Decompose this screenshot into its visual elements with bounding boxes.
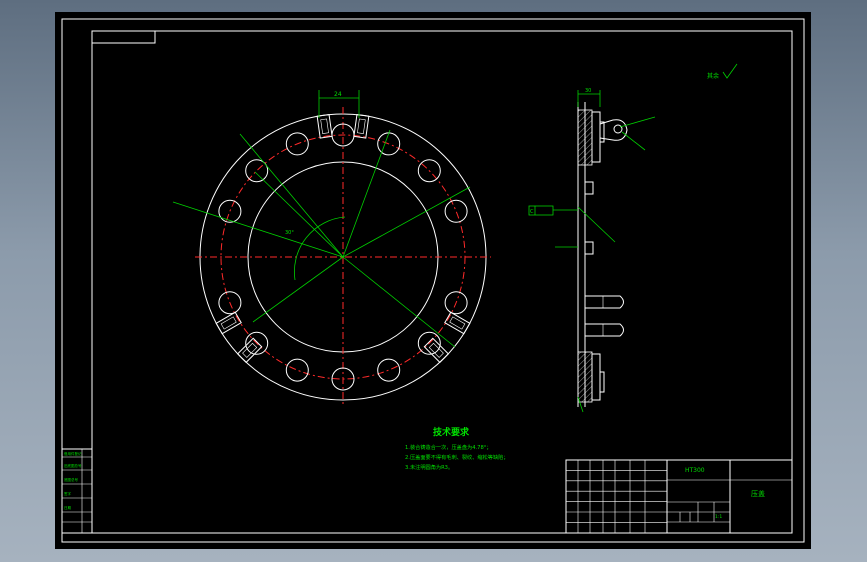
leader-line <box>254 171 344 258</box>
bolt-hole <box>285 358 309 382</box>
leader-line <box>342 129 391 258</box>
roughness-check-icon <box>722 63 738 79</box>
leader-line <box>252 256 344 323</box>
slot-lug <box>236 337 263 364</box>
cad-viewport[interactable]: 24 30° 30 C 其余 技术要求 1.装合铸造合一次，压盖盘为4.78°；… <box>55 12 811 549</box>
tech-item-3: 3.未注明圆角为R3。 <box>405 463 453 471</box>
drawing-canvas: 24 30° 30 C 其余 技术要求 1.装合铸造合一次，压盖盘为4.78°；… <box>61 18 805 543</box>
scale-value: 1:1 <box>715 514 722 520</box>
leader-line <box>342 186 471 258</box>
roughness-note: 其余 <box>707 72 719 80</box>
slot-lug <box>353 113 370 139</box>
angle-arc <box>294 216 346 281</box>
datum-label: C <box>530 209 534 215</box>
thickness-dim: 30 <box>585 88 591 94</box>
outer-frame <box>61 18 805 543</box>
tech-item-2: 2.压盖面要不得有毛刺、裂纹、缩松等缺陷； <box>405 453 509 461</box>
corner-code-box <box>91 30 156 44</box>
slot-lug <box>316 113 333 139</box>
slot-lug <box>423 337 450 364</box>
leader-line <box>172 201 344 258</box>
technical-requirements: 技术要求 1.装合铸造合一次，压盖盘为4.78°； 2.压盖面要不得有毛刺、裂纹… <box>405 426 509 471</box>
slot-width-dim: 24 <box>334 91 342 98</box>
slot-lug <box>444 311 471 335</box>
svg-text:底图总号: 底图总号 <box>64 477 78 482</box>
bolt-hole <box>218 199 242 223</box>
side-view: 30 C <box>528 88 656 413</box>
title-block: HT300 压盖 1:1 <box>565 459 793 534</box>
material-code: HT300 <box>685 467 705 474</box>
part-name: 压盖 <box>751 489 765 498</box>
front-view: 24 30° <box>172 90 491 407</box>
slot-lug <box>215 311 242 335</box>
bolt-hole <box>377 358 401 382</box>
hatched-section-top <box>577 109 593 166</box>
left-stamp-block: 借用件登记 旧底图总号 底图总号 签字 日期 <box>61 448 93 534</box>
tech-title: 技术要求 <box>433 426 470 438</box>
svg-text:借用件登记: 借用件登记 <box>64 451 82 456</box>
bolt-hole <box>444 199 468 223</box>
svg-text:签字: 签字 <box>64 491 71 496</box>
svg-text:日期: 日期 <box>64 505 71 510</box>
tech-item-1: 1.装合铸造合一次，压盖盘为4.78°； <box>405 443 492 451</box>
hatched-section-bottom <box>577 351 593 403</box>
leader-line <box>239 133 344 258</box>
angle-dim: 30° <box>285 230 294 236</box>
svg-text:旧底图总号: 旧底图总号 <box>64 463 82 468</box>
